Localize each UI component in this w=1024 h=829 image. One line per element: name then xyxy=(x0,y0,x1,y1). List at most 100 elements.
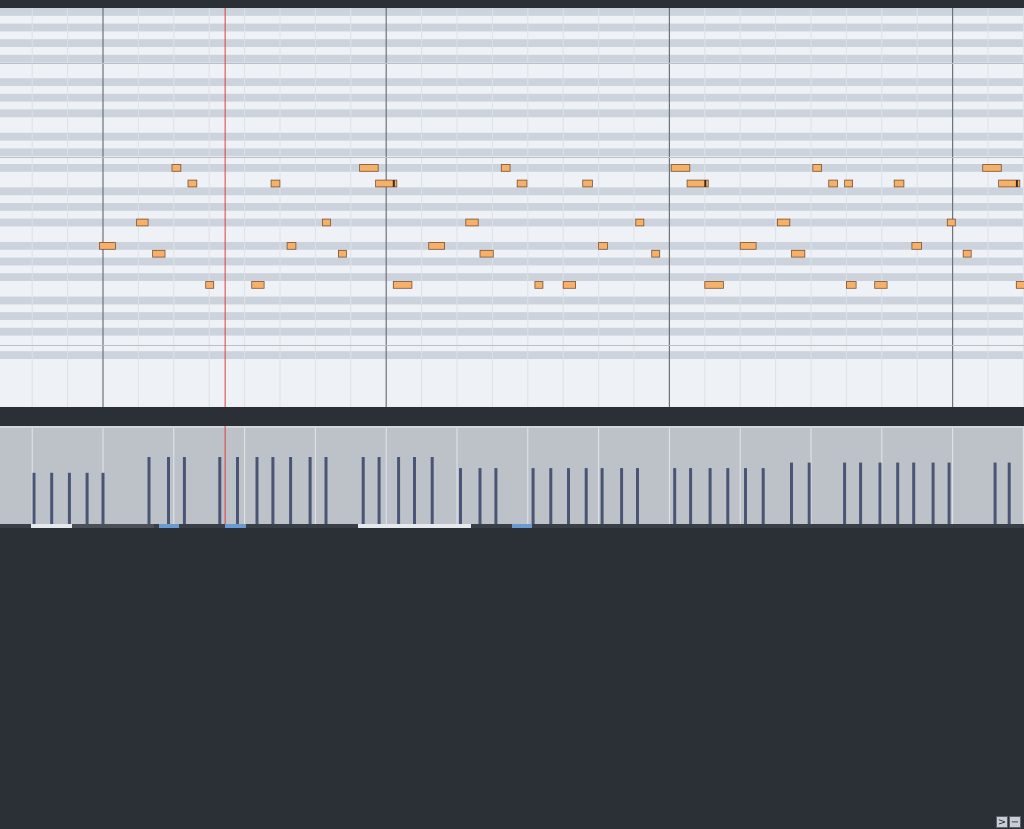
midi-note[interactable] xyxy=(911,242,923,250)
velocity-bar[interactable] xyxy=(218,457,222,524)
midi-note[interactable] xyxy=(270,179,281,188)
velocity-bar[interactable] xyxy=(101,472,105,524)
midi-note[interactable] xyxy=(777,218,791,227)
velocity-bar[interactable] xyxy=(600,468,604,524)
midi-note-body[interactable] xyxy=(479,249,494,258)
midi-note[interactable] xyxy=(359,164,379,172)
midi-note[interactable] xyxy=(1015,281,1024,289)
midi-note[interactable] xyxy=(205,281,215,289)
midi-note-body[interactable] xyxy=(534,281,544,289)
velocity-bar[interactable] xyxy=(726,468,730,524)
midi-note-body[interactable] xyxy=(205,281,215,289)
velocity-bar[interactable] xyxy=(761,468,765,524)
velocity-bar[interactable] xyxy=(85,472,89,524)
midi-note-body[interactable] xyxy=(359,164,379,172)
collapse-icon[interactable]: − xyxy=(1009,816,1021,828)
midi-note-body[interactable] xyxy=(1015,281,1024,289)
toolbar-segment[interactable] xyxy=(225,524,246,528)
midi-note-body[interactable] xyxy=(946,218,956,227)
velocity-bar[interactable] xyxy=(636,468,639,524)
midi-note[interactable] xyxy=(598,242,608,250)
velocity-bar[interactable] xyxy=(689,468,693,524)
midi-note[interactable] xyxy=(99,242,116,250)
midi-note[interactable] xyxy=(828,179,838,188)
midi-note-body[interactable] xyxy=(844,179,853,188)
midi-note-body[interactable] xyxy=(337,249,347,258)
velocity-bar[interactable] xyxy=(807,462,811,524)
velocity-bar[interactable] xyxy=(744,468,747,524)
midi-note[interactable] xyxy=(670,164,691,172)
midi-note[interactable] xyxy=(686,179,709,188)
velocity-bar[interactable] xyxy=(361,457,365,524)
midi-note-body[interactable] xyxy=(982,164,1002,172)
midi-note[interactable] xyxy=(651,249,661,258)
midi-note[interactable] xyxy=(946,218,956,227)
velocity-bar[interactable] xyxy=(620,468,624,524)
midi-note[interactable] xyxy=(479,249,494,258)
midi-note[interactable] xyxy=(428,242,446,250)
midi-note-body[interactable] xyxy=(99,242,116,250)
toolbar-segment[interactable] xyxy=(0,524,31,528)
velocity-bar[interactable] xyxy=(289,457,293,524)
midi-note-body[interactable] xyxy=(911,242,923,250)
midi-note[interactable] xyxy=(500,164,511,172)
velocity-bar[interactable] xyxy=(567,468,570,524)
midi-note[interactable] xyxy=(635,218,645,227)
velocity-bar[interactable] xyxy=(673,468,677,524)
velocity-bar[interactable] xyxy=(843,462,847,524)
velocity-bar[interactable] xyxy=(708,468,712,524)
velocity-bar[interactable] xyxy=(878,462,882,524)
midi-note-body[interactable] xyxy=(846,281,857,289)
velocity-bar[interactable] xyxy=(50,472,54,524)
midi-note-body[interactable] xyxy=(187,179,198,188)
midi-note[interactable] xyxy=(812,164,822,172)
midi-note-body[interactable] xyxy=(392,281,413,289)
toolbar-segment[interactable] xyxy=(512,524,533,528)
midi-note[interactable] xyxy=(582,179,593,188)
velocity-bar[interactable] xyxy=(430,457,434,524)
midi-note[interactable] xyxy=(516,179,528,188)
midi-note-body[interactable] xyxy=(152,249,166,258)
midi-note-body[interactable] xyxy=(893,179,905,188)
midi-note[interactable] xyxy=(465,218,479,227)
midi-note-body[interactable] xyxy=(598,242,608,250)
velocity-bar[interactable] xyxy=(896,462,900,524)
velocity-bar[interactable] xyxy=(993,462,997,524)
midi-note-body[interactable] xyxy=(670,164,691,172)
velocity-bar[interactable] xyxy=(478,468,482,524)
midi-note-body[interactable] xyxy=(582,179,593,188)
midi-note-body[interactable] xyxy=(465,218,479,227)
midi-note-body[interactable] xyxy=(791,249,806,258)
velocity-bar[interactable] xyxy=(1007,462,1011,524)
midi-note[interactable] xyxy=(893,179,905,188)
midi-note[interactable] xyxy=(962,249,972,258)
velocity-bar[interactable] xyxy=(324,457,328,524)
midi-note[interactable] xyxy=(152,249,166,258)
midi-note-body[interactable] xyxy=(651,249,661,258)
midi-note-body[interactable] xyxy=(136,218,149,227)
midi-note[interactable] xyxy=(562,281,577,289)
midi-note-body[interactable] xyxy=(812,164,822,172)
velocity-bar[interactable] xyxy=(413,457,416,524)
midi-note[interactable] xyxy=(844,179,853,188)
midi-note[interactable] xyxy=(704,281,724,289)
toolbar-segment[interactable] xyxy=(71,524,154,528)
toolbar-segment[interactable] xyxy=(358,524,472,528)
velocity-bar[interactable] xyxy=(931,462,935,524)
velocity-bar[interactable] xyxy=(859,462,863,524)
velocity-bar[interactable] xyxy=(67,472,71,524)
midi-note-body[interactable] xyxy=(251,281,265,289)
velocity-bar[interactable] xyxy=(167,457,170,524)
midi-note[interactable] xyxy=(791,249,806,258)
velocity-bar[interactable] xyxy=(459,468,462,524)
midi-note-body[interactable] xyxy=(777,218,791,227)
midi-note[interactable] xyxy=(534,281,544,289)
midi-note[interactable] xyxy=(375,179,398,188)
midi-note-body[interactable] xyxy=(270,179,281,188)
midi-note[interactable] xyxy=(251,281,265,289)
midi-note-body[interactable] xyxy=(874,281,888,289)
velocity-bar[interactable] xyxy=(377,457,381,524)
lane-splitter[interactable]: > − xyxy=(0,407,1024,828)
midi-note-body[interactable] xyxy=(828,179,838,188)
midi-note-body[interactable] xyxy=(516,179,528,188)
